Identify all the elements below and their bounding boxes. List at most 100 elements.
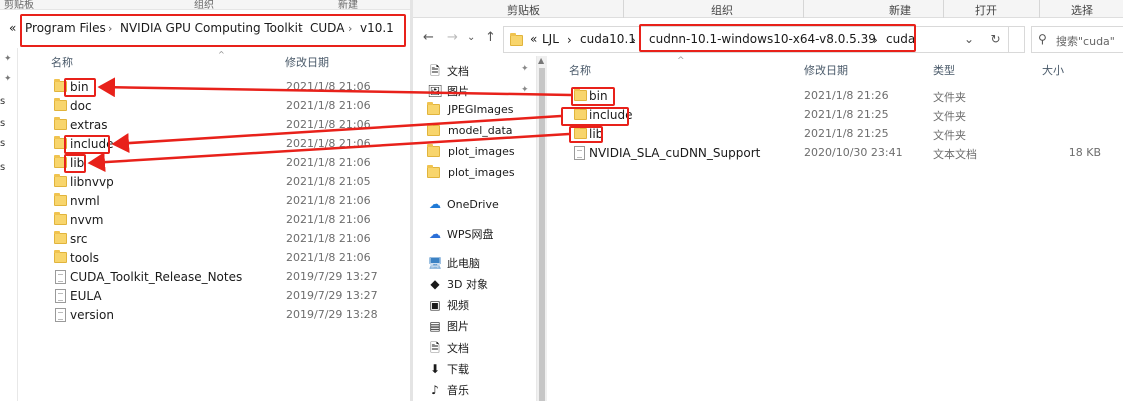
column-header-name[interactable]: 名称 xyxy=(51,54,73,70)
nav-item-label: WPS网盘 xyxy=(447,228,494,241)
address-overflow-chevron[interactable]: « xyxy=(9,21,16,35)
scroll-up-icon[interactable]: ▲ xyxy=(538,56,544,65)
file-list-row[interactable]: nvvm 2021/1/8 21:06 xyxy=(44,211,410,230)
nav-item-label: 下载 xyxy=(447,363,469,376)
file-list-row[interactable]: include 2021/1/8 21:06 xyxy=(44,135,410,154)
breadcrumb-chevron-icon[interactable]: › xyxy=(873,33,878,47)
nav-item[interactable]: ⬇ 下载 xyxy=(427,361,469,381)
nav-item[interactable]: ◆ 3D 对象 xyxy=(427,276,488,296)
pin-icon[interactable]: ✦ xyxy=(521,64,529,74)
pin-icon[interactable]: ✦ xyxy=(4,54,12,64)
nav-item[interactable]: ☁ OneDrive xyxy=(427,197,499,217)
file-name: lib xyxy=(589,127,604,141)
nav-item[interactable]: ☁ WPS网盘 xyxy=(427,226,494,246)
nav-item[interactable]: 🖥 此电脑 xyxy=(427,255,480,275)
file-name: nvml xyxy=(70,194,100,208)
file-list-row[interactable]: lib 2021/1/8 21:25 文件夹 xyxy=(553,125,1119,144)
breadcrumb-segment[interactable]: cudnn-10.1-windows10-x64-v8.0.5.39 xyxy=(649,32,876,46)
file-list-row[interactable]: include 2021/1/8 21:25 文件夹 xyxy=(553,106,1119,125)
left-ribbon-item[interactable]: 组织 xyxy=(194,0,214,11)
ribbon-group-new[interactable]: 新建 xyxy=(889,2,911,18)
back-arrow-icon[interactable]: ← xyxy=(423,30,434,45)
pin-icon[interactable]: ✦ xyxy=(4,74,12,84)
scrollbar-thumb[interactable] xyxy=(539,68,545,401)
nav-item[interactable]: 🗎 文档 xyxy=(427,339,469,359)
right-explorer-window: 剪贴板 组织 新建 打开 选择 ← → ⌄ ↑ « LJL › cuda10.1… xyxy=(413,0,1123,401)
file-list-row[interactable]: NVIDIA_SLA_cuDNN_Support 2020/10/30 23:41… xyxy=(553,144,1119,163)
column-header-type[interactable]: 类型 xyxy=(933,62,955,78)
nav-item-truncated[interactable]: s xyxy=(0,96,5,107)
nav-item[interactable]: JPEGImages xyxy=(427,102,514,122)
left-ribbon-item[interactable]: 新建 xyxy=(338,0,358,11)
breadcrumb-segment[interactable]: v10.1 xyxy=(360,21,394,35)
left-ribbon-item[interactable]: 剪贴板 xyxy=(4,0,34,11)
breadcrumb-segment[interactable]: NVIDIA GPU Computing Toolkit xyxy=(120,21,303,35)
file-name: doc xyxy=(70,99,92,113)
nav-item[interactable]: model_data xyxy=(427,123,513,143)
nav-item[interactable]: plot_images xyxy=(427,144,515,164)
ribbon-divider xyxy=(623,0,624,18)
nav-item[interactable]: ♪ 音乐 xyxy=(427,382,469,401)
pin-icon[interactable]: ✦ xyxy=(521,85,529,95)
refresh-button[interactable]: ↻ xyxy=(983,26,1009,53)
document-icon: 🗎 xyxy=(430,64,440,78)
column-header-size[interactable]: 大小 xyxy=(1042,62,1064,78)
folder-icon xyxy=(510,33,523,46)
forward-arrow-icon[interactable]: → xyxy=(447,30,458,45)
nav-item[interactable]: ▣ 视频 xyxy=(427,297,469,317)
breadcrumb-segment[interactable]: LJL xyxy=(542,32,559,46)
file-list-row[interactable]: lib 2021/1/8 21:06 xyxy=(44,154,410,173)
folder-icon xyxy=(427,165,440,178)
breadcrumb-chevron-icon[interactable]: › xyxy=(298,22,302,35)
breadcrumb-chevron-icon[interactable]: › xyxy=(108,22,112,35)
ribbon-group-select[interactable]: 选择 xyxy=(1071,2,1093,18)
address-overflow-chevron[interactable]: « xyxy=(530,32,537,46)
search-input[interactable]: ⚲ 搜索"cuda" xyxy=(1031,26,1123,53)
file-list-row[interactable]: nvml 2021/1/8 21:06 xyxy=(44,192,410,211)
breadcrumb-segment[interactable]: Program Files xyxy=(25,21,106,35)
folder-icon xyxy=(54,98,67,111)
file-name: tools xyxy=(70,251,99,265)
file-list-row[interactable]: src 2021/1/8 21:06 xyxy=(44,230,410,249)
file-name: CUDA_Toolkit_Release_Notes xyxy=(70,270,243,284)
file-list-row[interactable]: tools 2021/1/8 21:06 xyxy=(44,249,410,268)
file-list-row[interactable]: EULA 2019/7/29 13:27 xyxy=(44,287,410,306)
file-list-row[interactable]: CUDA_Toolkit_Release_Notes 2019/7/29 13:2… xyxy=(44,268,410,287)
recent-locations-chevron-icon[interactable]: ⌄ xyxy=(467,32,475,43)
up-arrow-icon[interactable]: ↑ xyxy=(485,30,496,45)
left-explorer-window: 剪贴板 组织 新建 « Program Files › NVIDIA GPU C… xyxy=(0,0,410,401)
file-date: 2021/1/8 21:06 xyxy=(286,156,371,169)
nav-item[interactable]: plot_images xyxy=(427,165,515,185)
file-list-row[interactable]: extras 2021/1/8 21:06 xyxy=(44,116,410,135)
column-header-date[interactable]: 修改日期 xyxy=(804,62,848,78)
address-dropdown-chevron-icon[interactable]: ⌄ xyxy=(964,32,974,46)
file-list-row[interactable]: bin 2021/1/8 21:26 文件夹 xyxy=(553,87,1119,106)
breadcrumb-chevron-icon[interactable]: › xyxy=(631,33,636,47)
nav-item-truncated[interactable]: s xyxy=(0,118,5,129)
nav-item[interactable]: ▤ 图片 xyxy=(427,318,469,338)
file-list-row[interactable]: version 2019/7/29 13:28 xyxy=(44,306,410,325)
ribbon-group-open[interactable]: 打开 xyxy=(975,2,997,18)
file-type: 文件夹 xyxy=(933,110,966,123)
column-header-name[interactable]: 名称 xyxy=(569,62,591,78)
ribbon-group-organize[interactable]: 组织 xyxy=(711,2,733,18)
breadcrumb-chevron-icon[interactable]: › xyxy=(348,22,352,35)
breadcrumb-chevron-icon[interactable]: › xyxy=(567,33,572,47)
nav-pane-scrollbar[interactable]: ▲ xyxy=(537,56,547,401)
nav-item[interactable]: 🖼 图片 xyxy=(427,83,469,103)
file-list-row[interactable]: libnvvp 2021/1/8 21:05 xyxy=(44,173,410,192)
nav-item-truncated[interactable]: s xyxy=(0,162,5,173)
file-list-row[interactable]: doc 2021/1/8 21:06 xyxy=(44,97,410,116)
right-address-bar[interactable]: « LJL › cuda10.1 › cudnn-10.1-windows10-… xyxy=(503,26,1025,53)
nav-item[interactable]: 🗎 文档 xyxy=(427,62,469,82)
breadcrumb-segment[interactable]: cuda10.1 xyxy=(580,32,636,46)
breadcrumb-segment[interactable]: cuda xyxy=(886,32,915,46)
file-date: 2021/1/8 21:06 xyxy=(286,80,371,93)
column-header-date[interactable]: 修改日期 xyxy=(285,54,329,70)
nav-item-truncated[interactable]: s xyxy=(0,138,5,149)
file-list-row[interactable]: bin 2021/1/8 21:06 xyxy=(44,78,410,97)
breadcrumb-segment[interactable]: CUDA xyxy=(310,21,344,35)
left-address-bar[interactable]: « Program Files › NVIDIA GPU Computing T… xyxy=(9,14,406,47)
file-icon xyxy=(55,289,66,303)
ribbon-group-clipboard[interactable]: 剪贴板 xyxy=(507,2,540,18)
